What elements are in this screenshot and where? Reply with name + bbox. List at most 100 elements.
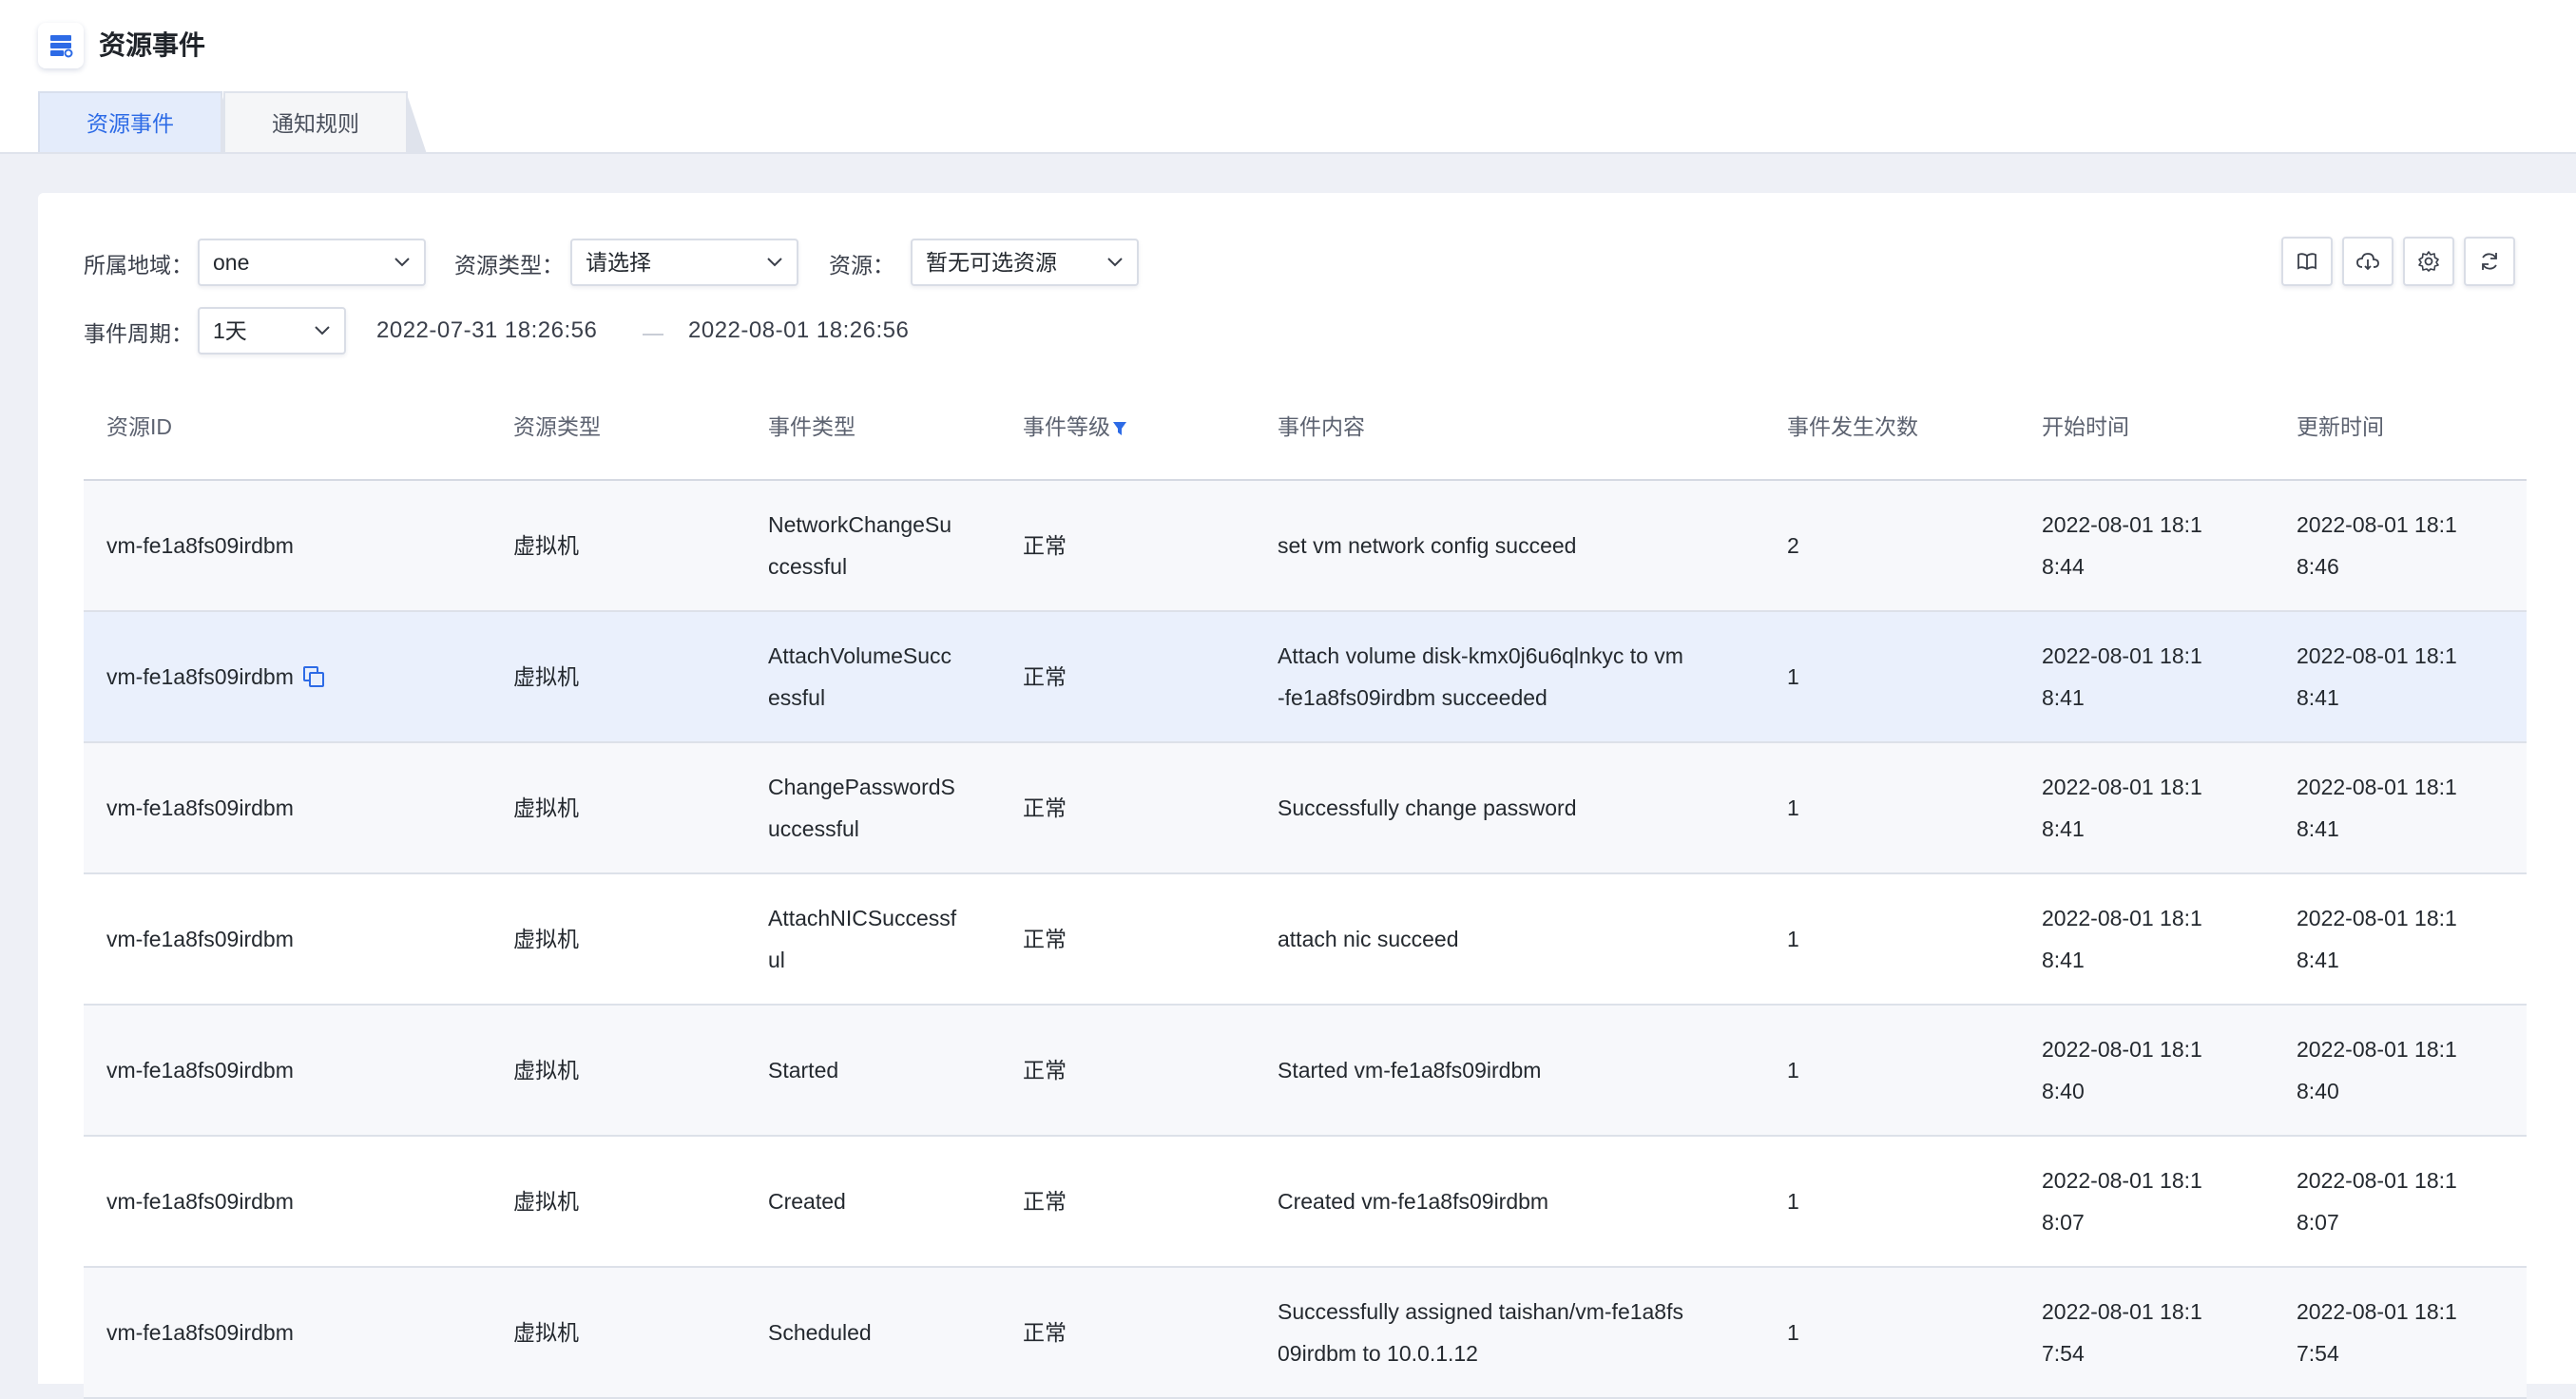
- resource-type-cell: 虚拟机: [513, 1006, 741, 1135]
- update-time-cell: 2022-08-01 18:1 8:41: [2297, 612, 2515, 741]
- table-row[interactable]: vm-fe1a8fs09irdbm 虚拟机 AttachVolumeSucc essf…: [84, 612, 2527, 743]
- event-content-cell: Started vm-fe1a8fs09irdbm: [1278, 1006, 1753, 1135]
- table-row[interactable]: vm-fe1a8fs09irdbm 虚拟机 Scheduled 正常 Successfu…: [84, 1268, 2527, 1399]
- download-button[interactable]: [2342, 237, 2393, 286]
- chevron-down-icon: [315, 326, 330, 335]
- date-range-separator: [643, 334, 663, 335]
- cell-value: 虚拟机: [513, 1320, 579, 1345]
- event-count-text: 2: [1787, 525, 1799, 566]
- cell-line: Successfully assigned taishan/vm-fe1a8fs: [1278, 1299, 1683, 1324]
- period-select[interactable]: 1天: [198, 307, 346, 355]
- event-count-text: 1: [1787, 1049, 1799, 1091]
- column-header-event-content[interactable]: 事件内容: [1278, 376, 1365, 477]
- start-time-text[interactable]: 2022-07-31 18:26:56: [376, 307, 597, 355]
- table-row[interactable]: vm-fe1a8fs09irdbm 虚拟机 AttachNICSuccessf ul 正…: [84, 874, 2527, 1006]
- event-count-text: 1: [1787, 656, 1799, 698]
- event-level-cell: 正常: [1023, 874, 1251, 1004]
- resource-type-text: 虚拟机: [513, 1049, 579, 1091]
- cell-line: NetworkChangeSu: [768, 512, 952, 537]
- column-header-update-time[interactable]: 更新时间: [2297, 376, 2384, 477]
- table-row[interactable]: vm-fe1a8fs09irdbm 虚拟机 Started 正常 Started vm-…: [84, 1006, 2527, 1137]
- cell-line: 2022-08-01 18:1: [2297, 1299, 2457, 1324]
- column-header-start-time[interactable]: 开始时间: [2042, 376, 2129, 477]
- start-time-text: 2022-08-01 18:1 8:41: [2042, 897, 2202, 981]
- event-type-cell: Scheduled: [768, 1268, 1001, 1397]
- cell-line: -fe1a8fs09irdbm succeeded: [1278, 685, 1548, 710]
- cell-line: Scheduled: [768, 1320, 872, 1345]
- event-content-text: set vm network config succeed: [1278, 525, 1576, 566]
- book-icon: [2297, 253, 2316, 271]
- cell-line: 8:41: [2042, 948, 2085, 972]
- refresh-button[interactable]: [2464, 237, 2515, 286]
- event-level-cell: 正常: [1023, 743, 1251, 872]
- column-header-event-type[interactable]: 事件类型: [768, 376, 855, 477]
- resource-type-text: 虚拟机: [513, 918, 579, 960]
- resource-type-select[interactable]: 请选择: [570, 239, 798, 286]
- resource-type-cell: 虚拟机: [513, 612, 741, 741]
- docs-button[interactable]: [2281, 237, 2333, 286]
- column-header-event-count[interactable]: 事件发生次数: [1787, 376, 1918, 477]
- column-header-resource-id[interactable]: 资源ID: [106, 376, 172, 477]
- tab-label: 资源事件: [87, 111, 174, 136]
- cell-value: 1: [1787, 1058, 1799, 1083]
- cell-line: ChangePasswordS: [768, 775, 955, 799]
- table-row[interactable]: vm-fe1a8fs09irdbm 虚拟机 Created 正常 Created vm-…: [84, 1137, 2527, 1268]
- cell-line: 8:41: [2297, 685, 2339, 710]
- cell-line: 2022-08-01 18:1: [2042, 906, 2202, 930]
- cell-line: Started vm-fe1a8fs09irdbm: [1278, 1058, 1542, 1083]
- resource-type-cell: 虚拟机: [513, 743, 741, 872]
- end-time-text[interactable]: 2022-08-01 18:26:56: [688, 307, 909, 355]
- resource-select[interactable]: 暂无可选资源: [911, 239, 1139, 286]
- column-header-event-level[interactable]: 事件等级: [1023, 376, 1127, 477]
- event-count-text: 1: [1787, 1312, 1799, 1353]
- table-row[interactable]: vm-fe1a8fs09irdbm 虚拟机 NetworkChangeSu ccess…: [84, 481, 2527, 612]
- event-level-text: 正常: [1023, 787, 1067, 829]
- update-time-cell: 2022-08-01 18:1 7:54: [2297, 1268, 2515, 1397]
- cell-line: 2022-08-01 18:1: [2042, 1168, 2202, 1193]
- event-level-text: 正常: [1023, 918, 1067, 960]
- event-content-text: Attach volume disk-kmx0j6u6qlnkyc to vm -…: [1278, 635, 1683, 719]
- resource-id-cell: vm-fe1a8fs09irdbm: [106, 1268, 487, 1397]
- cell-line: Created vm-fe1a8fs09irdbm: [1278, 1189, 1549, 1214]
- table-row[interactable]: vm-fe1a8fs09irdbm 虚拟机 ChangePasswordS ucces…: [84, 743, 2527, 874]
- cell-line: 2022-08-01 18:1: [2042, 1299, 2202, 1324]
- tab-notification-rules[interactable]: 通知规则: [223, 91, 427, 154]
- resource-id-text: vm-fe1a8fs09irdbm: [106, 1180, 294, 1222]
- cell-line: AttachNICSuccessf: [768, 906, 957, 930]
- cell-value: 正常: [1023, 533, 1067, 558]
- start-time-text: 2022-08-01 18:1 8:40: [2042, 1028, 2202, 1112]
- event-level-cell: 正常: [1023, 481, 1251, 610]
- cell-line: 8:46: [2297, 554, 2339, 579]
- tab-resource-events[interactable]: 资源事件: [38, 91, 241, 154]
- top-header: 资源事件 资源事件 通知规则: [0, 0, 2576, 154]
- event-content-text: Successfully assigned taishan/vm-fe1a8fs…: [1278, 1291, 1683, 1374]
- cell-line: 7:54: [2042, 1341, 2085, 1366]
- cell-line: Attach volume disk-kmx0j6u6qlnkyc to vm: [1278, 643, 1683, 668]
- cell-line: 8:41: [2297, 948, 2339, 972]
- region-select[interactable]: one: [198, 239, 426, 286]
- cell-value: 1: [1787, 1189, 1799, 1214]
- settings-button[interactable]: [2403, 237, 2454, 286]
- resource-type-cell: 虚拟机: [513, 1268, 741, 1397]
- cell-line: 8:41: [2042, 816, 2085, 841]
- cell-line: 2022-08-01 18:1: [2042, 512, 2202, 537]
- filter-icon[interactable]: [1112, 420, 1127, 437]
- update-time-cell: 2022-08-01 18:1 8:41: [2297, 743, 2515, 872]
- copy-icon[interactable]: [301, 664, 326, 689]
- resource-id-cell: vm-fe1a8fs09irdbm: [106, 1006, 487, 1135]
- cell-value: vm-fe1a8fs09irdbm: [106, 927, 294, 951]
- cell-value: vm-fe1a8fs09irdbm: [106, 1189, 294, 1214]
- event-type-cell: AttachVolumeSucc essful: [768, 612, 1001, 741]
- event-level-text: 正常: [1023, 525, 1067, 566]
- column-header-resource-type[interactable]: 资源类型: [513, 376, 601, 477]
- resource-id-cell: vm-fe1a8fs09irdbm: [106, 743, 487, 872]
- start-time-cell: 2022-08-01 18:1 7:54: [2042, 1268, 2275, 1397]
- resource-type-text: 虚拟机: [513, 1312, 579, 1353]
- resource-id-text: vm-fe1a8fs09irdbm: [106, 1312, 294, 1353]
- event-count-cell: 1: [1787, 874, 2015, 1004]
- cell-value: 正常: [1023, 1320, 1067, 1345]
- cell-line: 8:07: [2042, 1210, 2085, 1235]
- cell-value: 2: [1787, 533, 1799, 558]
- cloud-download-icon: [2356, 253, 2379, 271]
- event-type-text: AttachVolumeSucc essful: [768, 635, 952, 719]
